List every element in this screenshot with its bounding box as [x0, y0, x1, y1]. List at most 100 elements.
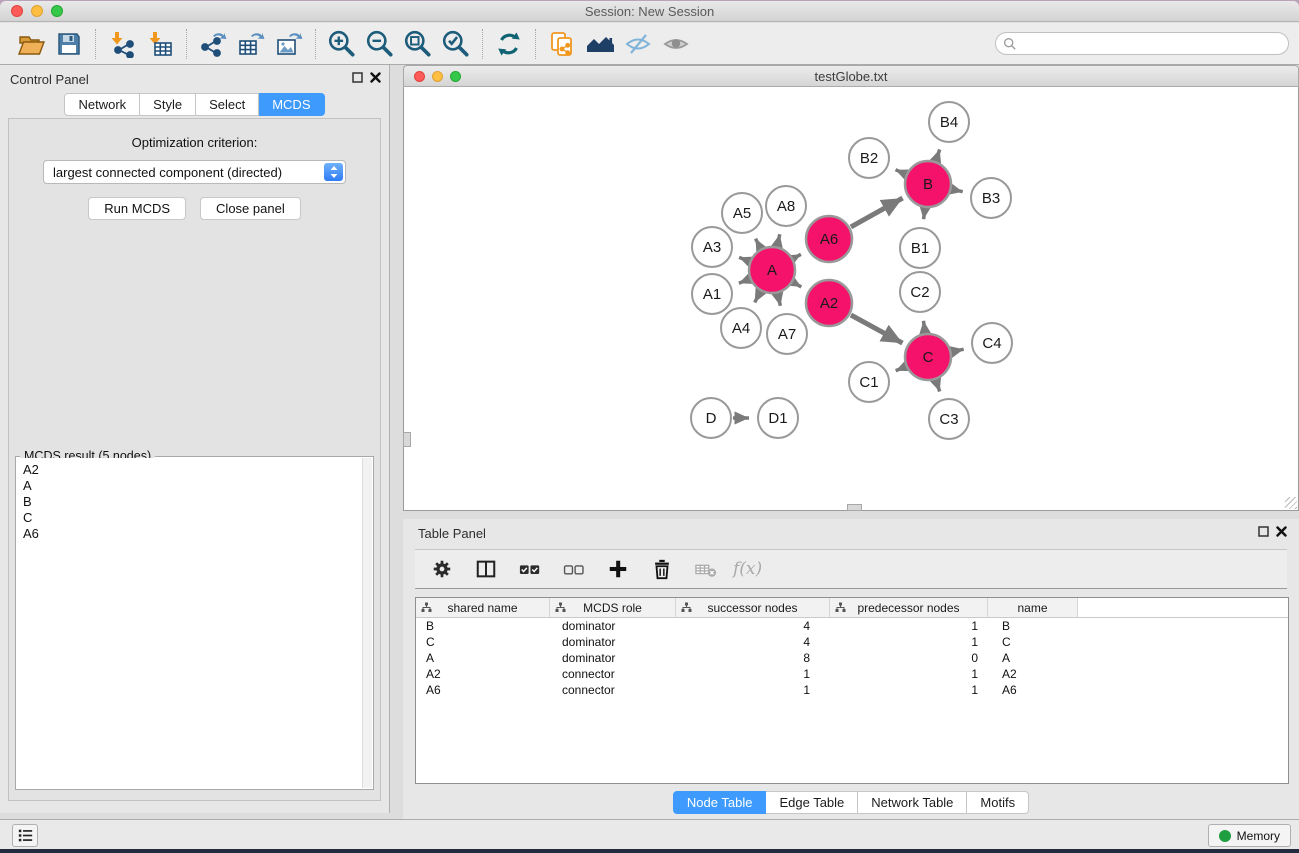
close-panel-button[interactable] [370, 72, 381, 83]
minimize-network-button[interactable] [432, 71, 443, 82]
graph-edge-B-B4[interactable] [936, 150, 940, 161]
export-network-button[interactable] [194, 27, 232, 61]
hide-selected-button[interactable] [619, 27, 657, 61]
zoom-out-button[interactable] [361, 27, 399, 61]
task-history-button[interactable] [12, 824, 38, 847]
graph-edge-A2-C[interactable] [851, 315, 903, 343]
graph-edge-A-A7[interactable] [778, 294, 781, 306]
close-window-button[interactable] [11, 5, 23, 17]
import-table-button[interactable] [141, 27, 179, 61]
tab-network-table[interactable]: Network Table [858, 791, 967, 814]
graph-node-label-B4: B4 [940, 114, 958, 131]
memory-button[interactable]: Memory [1208, 824, 1291, 847]
column-header[interactable]: predecessor nodes [830, 598, 988, 617]
graph-edge-B-B1[interactable] [924, 209, 925, 219]
mcds-result-item[interactable]: A2 [23, 462, 356, 478]
function-builder-button[interactable]: f(x) [733, 559, 762, 579]
table-row[interactable]: A2connector11A2 [416, 666, 1288, 682]
table-row[interactable]: Adominator80A [416, 650, 1288, 666]
mcds-result-item[interactable]: B [23, 494, 356, 510]
tab-node-table[interactable]: Node Table [673, 791, 767, 814]
export-image-button[interactable] [270, 27, 308, 61]
network-window-titlebar[interactable]: testGlobe.txt [403, 65, 1299, 87]
network-graph[interactable]: B4B2BB3A8A5A6A3B1AC2A1A2A4A7C4CC1C3DD1 [404, 87, 1298, 509]
table-settings-button[interactable] [425, 553, 459, 585]
maximize-window-button[interactable] [51, 5, 63, 17]
result-list-scrollbar[interactable] [362, 458, 372, 788]
table-cell: 4 [676, 635, 830, 649]
zoom-fit-button[interactable] [399, 27, 437, 61]
float-table-panel-button[interactable] [1258, 526, 1269, 537]
main-titlebar: Session: New Session [0, 1, 1299, 22]
zoom-selected-button[interactable] [437, 27, 475, 61]
table-row[interactable]: A6connector11A6 [416, 682, 1288, 698]
open-session-button[interactable] [12, 27, 50, 61]
graph-edge-A-A3[interactable] [739, 257, 749, 261]
float-panel-button[interactable] [352, 72, 363, 83]
graph-edge-A-A5[interactable] [756, 239, 761, 248]
mcds-result-item[interactable]: C [23, 510, 356, 526]
tab-style[interactable]: Style [140, 93, 196, 116]
tab-edge-table[interactable]: Edge Table [766, 791, 858, 814]
search-field[interactable] [995, 32, 1289, 55]
graph-edge-A-A2[interactable] [794, 283, 802, 288]
node-table[interactable]: shared nameMCDS rolesuccessor nodesprede… [415, 597, 1289, 784]
column-header[interactable]: shared name [416, 598, 550, 617]
close-panel-action-button[interactable]: Close panel [200, 197, 301, 220]
graph-edge-C-C1[interactable] [896, 367, 905, 371]
refresh-button[interactable] [490, 27, 528, 61]
graph-edge-B-B3[interactable] [952, 189, 962, 191]
graph-edge-A-A8[interactable] [777, 234, 780, 245]
optimization-criterion-dropdown[interactable]: largest connected component (directed) [43, 160, 346, 184]
mcds-result-list[interactable]: A2ABCA6 [17, 458, 362, 788]
column-header[interactable]: successor nodes [676, 598, 830, 617]
graph-node-label-A2: A2 [820, 295, 838, 312]
optimization-criterion-label: Optimization criterion: [9, 135, 380, 150]
table-row[interactable]: Cdominator41C [416, 634, 1288, 650]
deselect-all-rows-button[interactable] [557, 553, 591, 585]
graph-edge-C-C2[interactable] [924, 321, 925, 332]
table-cell: C [416, 635, 550, 649]
close-table-panel-button[interactable] [1276, 526, 1287, 537]
graph-edge-A-A4[interactable] [755, 292, 761, 302]
table-panel: Table Panel [403, 519, 1299, 819]
tab-select[interactable]: Select [196, 93, 259, 116]
export-table-icon [237, 30, 265, 58]
table-row[interactable]: Bdominator41B [416, 618, 1288, 634]
mcds-result-item[interactable]: A6 [23, 526, 356, 542]
tab-mcds[interactable]: MCDS [259, 93, 324, 116]
save-session-button[interactable] [50, 27, 88, 61]
import-network-button[interactable] [103, 27, 141, 61]
resize-grip[interactable] [1285, 497, 1297, 509]
graph-edge-C-C3[interactable] [936, 381, 940, 392]
home-view-button[interactable] [581, 27, 619, 61]
add-column-button[interactable] [601, 553, 635, 585]
birdseye-handle-bottom[interactable] [847, 504, 862, 511]
graph-edge-C-C4[interactable] [952, 349, 963, 352]
network-canvas[interactable]: B4B2BB3A8A5A6A3B1AC2A1A2A4A7C4CC1C3DD1 [403, 87, 1299, 511]
show-all-button[interactable] [657, 27, 695, 61]
graph-edge-A6-B[interactable] [851, 198, 903, 227]
select-all-rows-button[interactable] [513, 553, 547, 585]
maximize-network-button[interactable] [450, 71, 461, 82]
delete-table-button[interactable] [689, 553, 723, 585]
paste-network-button[interactable] [543, 27, 581, 61]
column-header[interactable]: name [988, 598, 1078, 617]
graph-edge-B-B2[interactable] [896, 170, 906, 174]
minimize-window-button[interactable] [31, 5, 43, 17]
close-network-button[interactable] [414, 71, 425, 82]
delete-column-button[interactable] [645, 553, 679, 585]
zoom-in-button[interactable] [323, 27, 361, 61]
graph-node-label-A5: A5 [733, 205, 751, 222]
tab-network[interactable]: Network [64, 93, 140, 116]
birdseye-handle-left[interactable] [403, 432, 411, 447]
mcds-result-item[interactable]: A [23, 478, 356, 494]
export-table-button[interactable] [232, 27, 270, 61]
column-header[interactable]: MCDS role [550, 598, 676, 617]
show-column-panel-button[interactable] [469, 553, 503, 585]
graph-edge-A-A1[interactable] [739, 279, 749, 283]
run-mcds-button[interactable]: Run MCDS [88, 197, 186, 220]
tab-motifs[interactable]: Motifs [967, 791, 1029, 814]
search-input[interactable] [1021, 37, 1288, 51]
graph-edge-A-A6[interactable] [794, 254, 801, 258]
